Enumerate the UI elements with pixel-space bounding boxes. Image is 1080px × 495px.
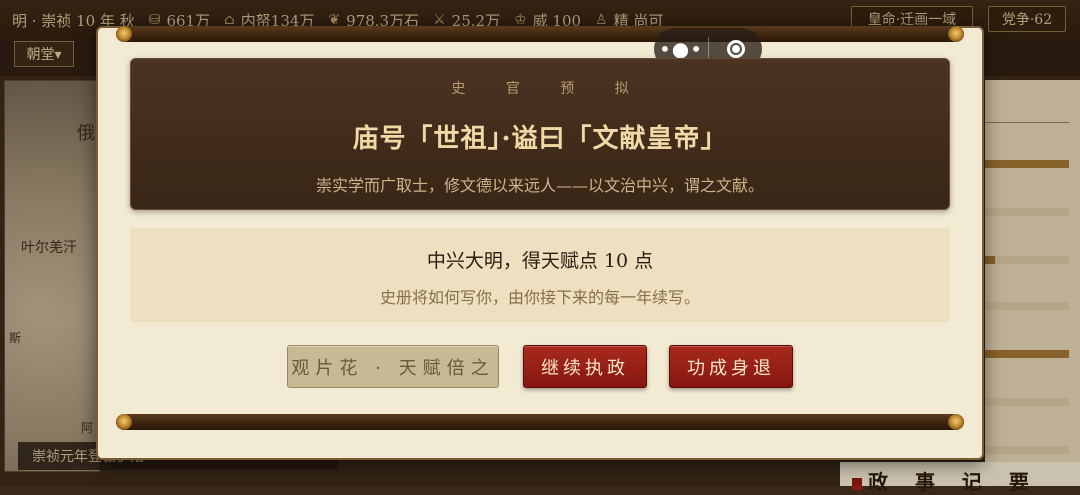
continue-reign-button[interactable]: 继续执政 xyxy=(523,345,647,388)
target-dot xyxy=(731,45,740,53)
rod-knob-icon xyxy=(948,414,964,430)
rod-knob-icon xyxy=(116,26,132,42)
close-capsule-button[interactable] xyxy=(709,40,762,58)
posthumous-title: 庙号「世祖」·谥曰「文献皇帝」 xyxy=(352,124,728,154)
reward-subline: 史册将如何写你，由你接下来的每一年续写。 xyxy=(379,288,700,307)
rod-knob-icon xyxy=(116,414,132,430)
bottom-scroll-rod xyxy=(116,414,964,430)
view-talents-button[interactable]: 观片花 · 天赋倍之 xyxy=(287,345,499,388)
reward-card: 中兴大明，得天赋点 10 点 史册将如何写你，由你接下来的每一年续写。 xyxy=(130,228,950,322)
posthumous-title-card: 史 官 预 拟 庙号「世祖」·谥曰「文献皇帝」 崇实学而广取士，修文德以来远人—… xyxy=(130,58,950,210)
title-explanation: 崇实学而广取士，修文德以来远人——以文治中兴，谓之文献。 xyxy=(315,176,764,195)
rod-knob-icon xyxy=(948,26,964,42)
retire-button[interactable]: 功成身退 xyxy=(669,345,793,388)
reward-headline: 中兴大明，得天赋点 10 点 xyxy=(426,250,654,272)
top-scroll-rod xyxy=(116,26,964,42)
target-circle-icon xyxy=(726,40,745,58)
historian-kicker: 史 官 预 拟 xyxy=(451,81,647,97)
